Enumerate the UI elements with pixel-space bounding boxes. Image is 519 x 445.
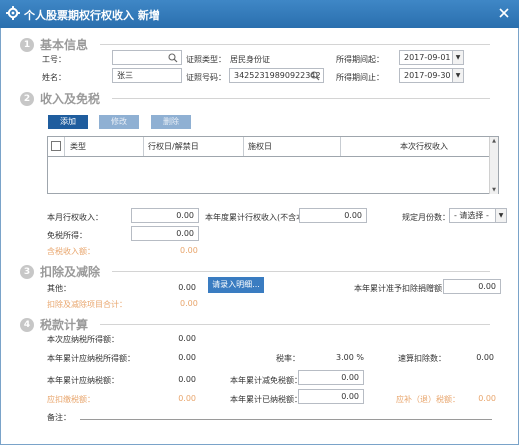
window-title: 个人股票期权行权收入 新增 — [24, 9, 160, 22]
delete-button[interactable]: 删除 — [151, 115, 191, 129]
title-bar: 个人股票期权行权收入 新增 — [0, 0, 519, 28]
section-title-tax-calc: 税款计算 — [40, 318, 89, 332]
month-income-input[interactable]: 0.00 — [131, 208, 199, 223]
emp-id-label: 工号： — [42, 55, 66, 64]
quick-deduction-label: 速算扣除数： — [398, 354, 446, 363]
chevron-down-icon[interactable]: ▼ — [495, 209, 506, 222]
year-tax-label: 本年累计应纳税额： — [47, 376, 119, 385]
taxable-income-value: 0.00 — [180, 246, 198, 255]
year-paid-label: 本年累计已纳税额： — [230, 395, 302, 404]
id-type-value: 居民身份证 — [230, 55, 270, 64]
table-scrollbar[interactable]: ▲ ▼ — [489, 137, 498, 194]
section-title-basic-info: 基本信息 — [40, 38, 89, 52]
refund-tax-label: 应补（退）税额： — [396, 395, 460, 404]
taxable-income-label: 含税收入额： — [47, 247, 95, 256]
add-button[interactable]: 添加 — [48, 115, 88, 129]
this-taxable-value: 0.00 — [178, 334, 196, 343]
other-value: 0.00 — [178, 283, 196, 292]
remark-underline — [80, 419, 492, 420]
period-start-label: 所得期间起： — [336, 55, 384, 64]
year-income-input[interactable]: 0.00 — [299, 208, 367, 223]
section-number: 3 — [20, 265, 34, 279]
section-divider — [112, 98, 490, 99]
select-all-checkbox[interactable] — [51, 141, 61, 151]
section-title-income: 收入及免税 — [40, 92, 101, 106]
section-number: 2 — [20, 92, 34, 106]
search-icon[interactable] — [168, 53, 178, 63]
year-relief-label: 本年累计减免税额： — [230, 376, 302, 385]
donation-allowed-label: 本年累计准予扣除捐赠额： — [354, 284, 450, 293]
tax-rate-value: 3.00 % — [336, 353, 364, 362]
chevron-down-icon[interactable]: ▼ — [452, 51, 463, 64]
year-taxable-label: 本年累计应纳税所得额： — [47, 354, 135, 363]
year-paid-input[interactable]: 0.00 — [298, 389, 364, 404]
tax-rate-label: 税率： — [276, 354, 300, 363]
name-input[interactable]: 张三 — [112, 68, 182, 83]
id-no-input[interactable]: 34252319890922342 — [229, 68, 324, 83]
column-header-grant-date[interactable]: 施权日 — [248, 137, 272, 156]
tax-free-input[interactable]: 0.00 — [131, 226, 199, 241]
scroll-up-icon[interactable]: ▲ — [490, 138, 498, 144]
section-divider — [112, 271, 490, 272]
deduction-total-value: 0.00 — [180, 299, 198, 308]
year-taxable-value: 0.00 — [178, 353, 196, 362]
quick-deduction-value: 0.00 — [476, 353, 494, 362]
section-divider — [100, 324, 490, 325]
withhold-tax-value: 0.00 — [178, 394, 196, 403]
month-income-label: 本月行权收入： — [47, 213, 103, 222]
year-relief-input[interactable]: 0.00 — [298, 370, 364, 385]
chevron-down-icon[interactable]: ▼ — [452, 69, 463, 82]
remark-input[interactable] — [80, 406, 492, 418]
refund-tax-value: 0.00 — [478, 394, 496, 403]
column-header-exercise-income[interactable]: 本次行权收入 — [400, 137, 448, 156]
column-header-type[interactable]: 类型 — [70, 137, 86, 156]
withhold-tax-label: 应扣缴税额： — [47, 395, 95, 404]
months-select[interactable]: - 请选择 - ▼ — [449, 208, 507, 223]
column-header-exercise-date[interactable]: 行权日/解禁日 — [148, 137, 199, 156]
id-no-label: 证照号码： — [186, 73, 226, 82]
gear-icon — [6, 6, 20, 20]
year-tax-value: 0.00 — [178, 375, 196, 384]
months-label: 规定月份数： — [402, 213, 450, 222]
deduction-total-label: 扣除及减除项目合计： — [47, 300, 127, 309]
edit-button[interactable]: 修改 — [99, 115, 139, 129]
remark-label: 备注： — [47, 413, 71, 422]
period-end-label: 所得期间止： — [336, 73, 384, 82]
other-label: 其他： — [47, 284, 71, 293]
period-start-select[interactable]: 2017-09-01 ▼ — [399, 50, 464, 65]
period-end-select[interactable]: 2017-09-30 ▼ — [399, 68, 464, 83]
close-icon[interactable] — [497, 6, 511, 20]
section-title-deductions: 扣除及减除 — [40, 265, 101, 279]
this-taxable-label: 本次应纳税所得额： — [47, 335, 119, 344]
section-number: 1 — [20, 38, 34, 52]
scroll-down-icon[interactable]: ▼ — [490, 187, 498, 193]
id-type-label: 证照类型： — [186, 55, 226, 64]
search-icon[interactable] — [310, 71, 320, 81]
section-divider — [100, 44, 490, 45]
income-table: 类型 行权日/解禁日 施权日 本次行权收入 ▲ ▼ — [47, 136, 499, 194]
tax-free-label: 免税所得： — [47, 231, 87, 240]
emp-id-input[interactable] — [112, 50, 182, 65]
donation-allowed-input[interactable]: 0.00 — [443, 279, 501, 294]
table-header: 类型 行权日/解禁日 施权日 本次行权收入 — [48, 137, 498, 157]
name-label: 姓名： — [42, 73, 66, 82]
section-number: 4 — [20, 318, 34, 332]
enter-details-button[interactable]: 请录入明细... — [208, 277, 264, 293]
